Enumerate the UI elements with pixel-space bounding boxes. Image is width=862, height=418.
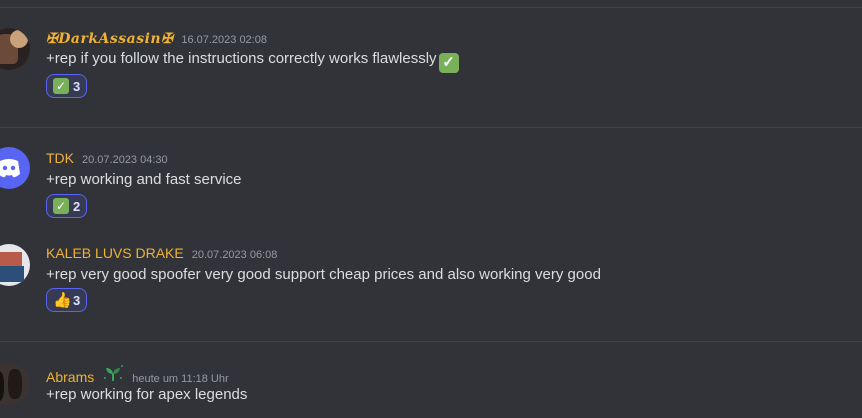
check-mark-icon: ✓: [53, 198, 69, 214]
reaction-count: 3: [73, 292, 81, 308]
reaction-button[interactable]: ✓ 2: [46, 194, 88, 218]
avatar[interactable]: [0, 363, 30, 405]
timestamp: 16.07.2023 02:08: [181, 34, 267, 46]
check-mark-icon: ✓: [438, 53, 459, 73]
message-text: +rep if you follow the instructions corr…: [46, 50, 437, 67]
reaction-button[interactable]: 👍 3: [46, 288, 88, 312]
reaction-button[interactable]: ✓ 3: [46, 74, 88, 98]
avatar[interactable]: [0, 28, 30, 70]
message-divider: [0, 341, 862, 342]
timestamp: 20.07.2023 06:08: [191, 249, 278, 261]
author-name[interactable]: TDK: [46, 150, 74, 166]
timestamp: 20.07.2023 04:30: [82, 154, 168, 166]
author-name[interactable]: ✠𝑫𝒂𝒓𝒌𝑨𝒔𝒔𝒂𝒔𝒊𝒏✠: [46, 31, 173, 47]
timestamp: heute um 11:18 Uhr: [132, 373, 229, 385]
message-text: +rep working for apex legends: [46, 386, 248, 403]
avatar[interactable]: [0, 244, 30, 286]
reaction-count: 3: [73, 78, 81, 94]
message-text: +rep very good spoofer very good support…: [46, 266, 601, 283]
check-mark-icon: ✓: [53, 78, 69, 94]
avatar[interactable]: [0, 147, 30, 189]
author-name[interactable]: KALEB LUVS DRAKE: [46, 245, 184, 261]
message-divider: [0, 7, 862, 8]
discord-logo-icon: [0, 159, 20, 178]
author-name[interactable]: Abrams: [46, 369, 94, 385]
message-divider: [0, 127, 862, 128]
reaction-count: 2: [73, 198, 81, 214]
message-text: +rep working and fast service: [46, 171, 242, 188]
sprout-badge-icon[interactable]: [102, 364, 124, 382]
thumbs-up-icon: 👍: [53, 291, 72, 309]
